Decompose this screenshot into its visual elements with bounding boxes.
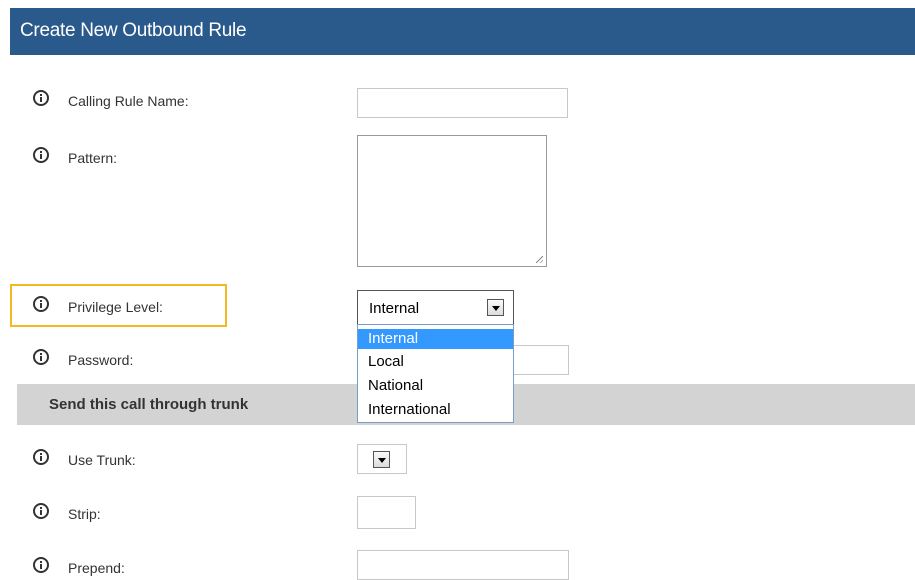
section-label: Send this call through trunk xyxy=(49,396,249,413)
privilege-level-dropdown: Internal Local National International xyxy=(357,324,514,423)
privilege-level-label: Privilege Level: xyxy=(68,299,163,315)
info-icon[interactable] xyxy=(33,349,49,365)
strip-label: Strip: xyxy=(68,506,101,522)
pattern-label: Pattern: xyxy=(68,150,118,166)
info-icon[interactable] xyxy=(33,296,49,312)
dropdown-option-international[interactable]: International xyxy=(358,400,513,420)
calling-rule-name-input[interactable] xyxy=(357,88,568,118)
prepend-input[interactable] xyxy=(357,550,569,580)
info-icon[interactable] xyxy=(33,147,49,163)
dropdown-option-national[interactable]: National xyxy=(358,376,513,396)
privilege-level-select[interactable]: Internal xyxy=(357,290,514,325)
prepend-label: Prepend: xyxy=(68,560,125,576)
pattern-textarea[interactable] xyxy=(357,135,547,267)
info-icon[interactable] xyxy=(33,449,49,465)
page-title: Create New Outbound Rule xyxy=(20,20,247,41)
privilege-level-value: Internal xyxy=(369,300,420,317)
use-trunk-select[interactable] xyxy=(357,444,407,474)
chevron-down-icon[interactable] xyxy=(487,299,504,316)
info-icon[interactable] xyxy=(33,557,49,573)
password-label: Password: xyxy=(68,352,134,368)
calling-rule-name-label: Calling Rule Name: xyxy=(68,93,189,109)
info-icon[interactable] xyxy=(33,503,49,519)
page-header: Create New Outbound Rule xyxy=(10,8,915,55)
dropdown-option-internal[interactable]: Internal xyxy=(358,329,513,349)
dropdown-option-local[interactable]: Local xyxy=(358,352,513,372)
resize-handle-icon[interactable] xyxy=(536,256,543,263)
use-trunk-label: Use Trunk: xyxy=(68,452,136,468)
info-icon[interactable] xyxy=(33,90,49,106)
chevron-down-icon[interactable] xyxy=(373,451,390,468)
strip-input[interactable] xyxy=(357,496,416,529)
